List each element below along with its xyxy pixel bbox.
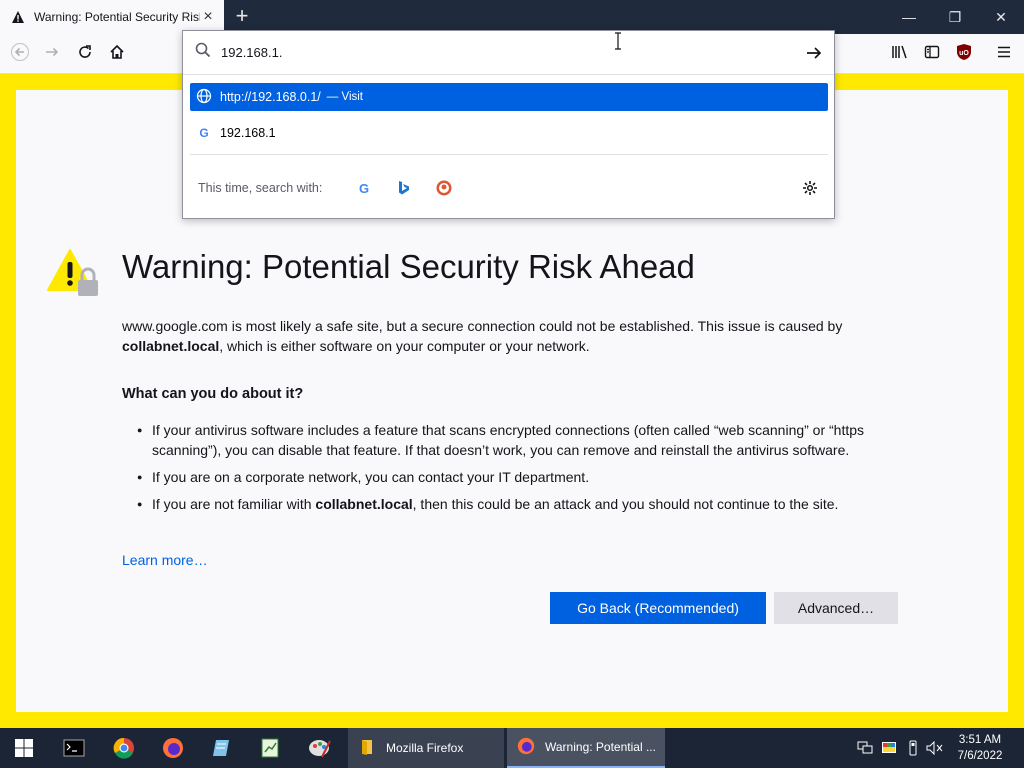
taskbar-app-file-explorer[interactable]: Mozilla Firefox xyxy=(348,728,504,768)
url-bar-panel: http://192.168.0.1/ — Visit G 192.168.1 … xyxy=(182,30,835,219)
back-button[interactable] xyxy=(6,40,34,68)
text-cursor-icon xyxy=(613,32,623,50)
taskbar-app-label: Mozilla Firefox xyxy=(386,741,464,755)
close-window-button[interactable]: ✕ xyxy=(978,0,1024,34)
suggestion-search[interactable]: G 192.168.1 xyxy=(190,119,828,147)
svg-text:uO: uO xyxy=(959,50,969,57)
home-icon xyxy=(109,44,125,65)
advanced-button[interactable]: Advanced… xyxy=(774,592,898,624)
suggestion-visit[interactable]: http://192.168.0.1/ — Visit xyxy=(190,83,828,111)
security-warning-icon xyxy=(46,246,102,302)
learn-more-link[interactable]: Learn more… xyxy=(122,552,208,568)
search-icon xyxy=(195,42,211,63)
clock-date: 7/6/2022 xyxy=(957,750,1003,762)
back-arrow-icon xyxy=(11,42,29,66)
globe-icon xyxy=(196,88,212,107)
forward-arrow-icon xyxy=(44,44,60,65)
tip-host: collabnet.local xyxy=(315,496,413,512)
volume-muted-icon[interactable] xyxy=(926,739,944,757)
search-with-label: This time, search with: xyxy=(198,181,323,195)
go-arrow-icon[interactable] xyxy=(804,43,824,63)
home-button[interactable] xyxy=(103,40,131,68)
tab-warning[interactable]: Warning: Potential Security Risk Ahead × xyxy=(0,0,224,34)
menu-button[interactable] xyxy=(990,40,1018,68)
hamburger-menu-icon xyxy=(996,44,1012,65)
clock-time: 3:51 AM xyxy=(958,734,1002,746)
tip-text: If you are not familiar with xyxy=(152,496,316,512)
new-tab-button[interactable]: + xyxy=(230,5,254,29)
tips-list: If your antivirus software includes a fe… xyxy=(137,420,902,521)
forward-button[interactable] xyxy=(38,40,66,68)
network-icon[interactable] xyxy=(856,739,874,757)
windows-start-icon[interactable] xyxy=(6,732,42,764)
taskbar: Mozilla Firefox Warning: Potential ... 3… xyxy=(0,728,1024,768)
suggestion-url: http://192.168.0.1/ xyxy=(220,90,321,104)
library-icon xyxy=(891,44,909,65)
sidebar-icon xyxy=(924,44,940,65)
maximize-button[interactable]: ❐ xyxy=(932,0,978,34)
paint-icon[interactable] xyxy=(302,732,338,764)
display-color-icon[interactable] xyxy=(880,739,898,757)
warning-icon xyxy=(10,9,26,25)
suggestion-search-text: 192.168.1 xyxy=(220,126,276,140)
google-search-engine-icon[interactable]: G xyxy=(355,179,373,197)
go-back-button[interactable]: Go Back (Recommended) xyxy=(550,592,766,624)
notepad-icon[interactable] xyxy=(204,732,240,764)
chrome-icon[interactable] xyxy=(106,732,142,764)
firefox-icon[interactable] xyxy=(155,732,191,764)
spreadsheet-icon[interactable] xyxy=(252,732,288,764)
page-title: Warning: Potential Security Risk Ahead xyxy=(122,248,695,285)
tip-text-end: , then this could be an attack and you s… xyxy=(412,496,839,512)
tab-strip: Warning: Potential Security Risk Ahead ×… xyxy=(0,0,1024,34)
ublock-shield-icon: uO xyxy=(956,43,972,66)
tab-title: Warning: Potential Security Risk Ahead xyxy=(34,10,200,24)
terminal-icon[interactable] xyxy=(56,732,92,764)
description-text: www.google.com is most likely a safe sit… xyxy=(122,318,843,334)
taskbar-app-firefox[interactable]: Warning: Potential ... xyxy=(507,728,665,768)
search-settings-gear-icon[interactable] xyxy=(801,179,819,197)
minimize-button[interactable]: — xyxy=(886,0,932,34)
ublock-button[interactable]: uO xyxy=(950,40,978,68)
google-icon: G xyxy=(199,126,209,140)
suggestion-action: — Visit xyxy=(326,91,363,103)
description-host: collabnet.local xyxy=(122,338,220,354)
sidebar-button[interactable] xyxy=(918,40,946,68)
what-can-you-do-heading: What can you do about it? xyxy=(122,386,304,402)
taskbar-app-label: Warning: Potential ... xyxy=(545,740,656,754)
usb-device-icon[interactable] xyxy=(904,739,922,757)
description-text-end: , which is either software on your compu… xyxy=(219,338,590,354)
system-clock[interactable]: 3:51 AM 7/6/2022 xyxy=(948,732,1012,764)
tab-close-icon[interactable]: × xyxy=(200,9,216,25)
divider xyxy=(190,154,828,155)
error-description: www.google.com is most likely a safe sit… xyxy=(122,316,912,356)
library-button[interactable] xyxy=(886,40,914,68)
url-bar[interactable] xyxy=(183,31,834,75)
reload-button[interactable] xyxy=(71,40,99,68)
folder-icon xyxy=(358,738,376,759)
bing-search-engine-icon[interactable] xyxy=(395,179,413,197)
list-item: If you are not familiar with collabnet.l… xyxy=(137,494,902,514)
reload-icon xyxy=(77,44,93,65)
list-item: If you are on a corporate network, you c… xyxy=(137,467,902,487)
url-input[interactable] xyxy=(221,45,741,60)
list-item: If your antivirus software includes a fe… xyxy=(137,420,902,460)
firefox-icon xyxy=(517,737,535,758)
duckduckgo-search-engine-icon[interactable] xyxy=(435,179,453,197)
